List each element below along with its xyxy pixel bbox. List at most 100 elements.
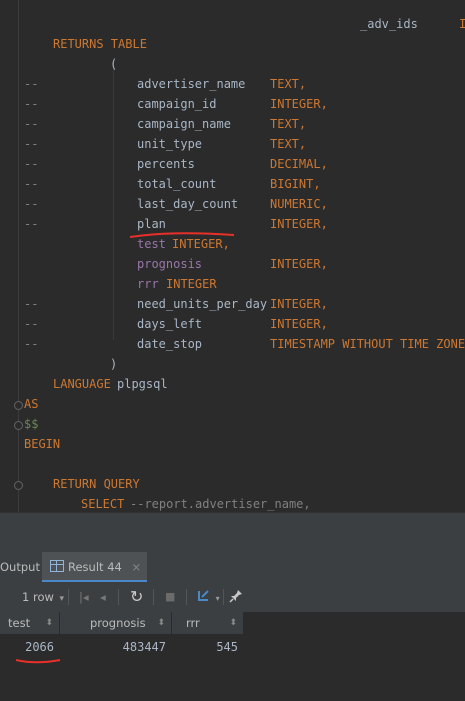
table-icon	[50, 560, 64, 572]
code-line: -- need_units_per_day INTEGER,	[0, 294, 465, 314]
line-comment-marker: --	[24, 217, 39, 231]
code-token: AS	[24, 397, 39, 411]
cell-prognosis[interactable]: 483447	[60, 636, 172, 658]
tab-result-label: Result 44	[68, 560, 122, 574]
line-comment-marker: --	[24, 97, 39, 111]
code-line: -- days_left INTEGER,	[0, 314, 465, 334]
cell-rrr[interactable]: 545	[172, 636, 244, 658]
code-line: -- campaign_name TEXT,	[0, 114, 465, 134]
toolbar-separator	[223, 589, 224, 605]
line-comment-marker: --	[24, 157, 39, 171]
code-token: days_left	[137, 317, 203, 331]
code-token: need_units_per_day	[137, 297, 268, 311]
red-underline-value	[15, 659, 61, 664]
code-token: NUMERIC,	[270, 197, 328, 211]
toolbar-separator	[153, 589, 154, 605]
code-line: -- date_stop TIMESTAMP WITHOUT TIME ZONE	[0, 334, 465, 354]
code-token: BEGIN	[24, 437, 61, 451]
chevron-down-icon: ▾	[215, 594, 220, 603]
code-token: INTEGER,	[270, 217, 328, 231]
red-underline-test	[129, 232, 235, 238]
code-token: date_stop	[137, 337, 203, 351]
toolbar-separator	[118, 589, 119, 605]
pin-icon[interactable]	[229, 582, 243, 612]
code-line: prognosis INTEGER,	[0, 254, 465, 274]
code-token: BIGINT,	[270, 177, 321, 191]
code-line: _adv_ids I	[0, 14, 465, 34]
code-token: percents	[137, 157, 195, 171]
fold-marker-select[interactable]	[14, 481, 23, 490]
column-header-test[interactable]: test ⬍	[0, 612, 60, 634]
code-token: advertiser_name	[137, 77, 246, 91]
results-toolbar: 1 row ▾ |◂ ◂ ↻ ■ ▾	[0, 582, 465, 613]
code-token: TEXT,	[270, 77, 307, 91]
code-token: INTEGER,	[270, 97, 328, 111]
code-token: last_day_count	[137, 197, 239, 211]
code-token: campaign_id	[137, 97, 217, 111]
transpose-icon[interactable]: ▾	[196, 582, 220, 612]
code-token: (	[110, 57, 118, 71]
rows-selector[interactable]: 1 row ▾	[22, 582, 64, 612]
line-comment-marker: --	[24, 117, 39, 131]
nav-first-icon[interactable]: |◂	[79, 582, 89, 612]
code-token: TEXT,	[270, 137, 307, 151]
code-token: SELECT	[81, 497, 125, 511]
code-line: -- last_day_count NUMERIC,	[0, 194, 465, 214]
code-line: rrr INTEGER	[0, 274, 465, 294]
line-comment-marker: --	[24, 137, 39, 151]
line-comment-marker: --	[24, 77, 39, 91]
cell-test[interactable]: 2066	[0, 636, 60, 658]
code-token: INTEGER	[166, 277, 217, 291]
fold-marker-begin[interactable]	[14, 421, 23, 430]
column-header-rrr[interactable]: rrr ⬍	[172, 612, 244, 634]
sort-icon[interactable]: ⬍	[229, 612, 237, 634]
close-icon[interactable]: ×	[131, 560, 141, 574]
rows-label: 1 row	[22, 590, 54, 604]
line-comment-marker: --	[24, 337, 39, 351]
stop-icon[interactable]: ■	[165, 582, 175, 612]
code-token: INTEGER,	[270, 257, 328, 271]
code-token: unit_type	[137, 137, 203, 151]
code-token: rrr	[137, 277, 159, 291]
results-grid[interactable]: test ⬍ prognosis ⬍ rrr ⬍ 2066 483447 545	[0, 612, 465, 701]
line-comment-marker: --	[24, 297, 39, 311]
code-token: _adv_ids	[360, 17, 418, 31]
code-line: -- campaign_id INTEGER,	[0, 94, 465, 114]
results-tabbar: Output Result 44 ×	[0, 552, 465, 583]
toolbar-separator	[68, 589, 69, 605]
code-line: -- advertiser_name TEXT,	[0, 74, 465, 94]
code-line: SELECT --report.advertiser_name,	[0, 494, 465, 512]
code-token: $$	[24, 417, 39, 431]
code-line: -- unit_type TEXT,	[0, 134, 465, 154]
code-line: AS	[0, 394, 465, 414]
code-token: total_count	[137, 177, 217, 191]
code-token: RETURNS TABLE	[53, 37, 147, 51]
editor-bottom-bar	[0, 512, 465, 553]
code-token: I	[459, 17, 465, 31]
code-editor[interactable]: _adv_ids I RETURNS TABLE ( -- advertiser_name…	[0, 0, 465, 512]
nav-prev-icon[interactable]: ◂	[100, 582, 106, 612]
chevron-down-icon: ▾	[59, 594, 65, 604]
code-token: RETURN QUERY	[53, 477, 140, 491]
code-token: prognosis	[137, 257, 203, 271]
code-line: BEGIN	[0, 434, 465, 454]
fold-marker-as[interactable]	[14, 401, 23, 410]
code-token: TEXT,	[270, 117, 307, 131]
code-line: )	[0, 354, 465, 374]
refresh-icon[interactable]: ↻	[130, 582, 143, 612]
column-header-prognosis[interactable]: prognosis ⬍	[60, 612, 172, 634]
code-line: -- percents DECIMAL,	[0, 154, 465, 174]
column-header-label: rrr	[186, 616, 200, 630]
tab-output[interactable]: Output	[0, 552, 40, 582]
line-comment-marker: --	[24, 177, 39, 191]
code-token: TIMESTAMP WITHOUT TIME ZONE	[270, 337, 465, 351]
column-header-label: prognosis	[90, 616, 146, 630]
code-token: DECIMAL,	[270, 157, 328, 171]
sort-icon[interactable]: ⬍	[157, 612, 165, 634]
code-line: (	[0, 54, 465, 74]
sort-icon[interactable]: ⬍	[45, 612, 53, 634]
tab-result[interactable]: Result 44 ×	[42, 552, 148, 582]
code-line: RETURNS TABLE	[0, 34, 465, 54]
code-token: )	[110, 357, 118, 371]
